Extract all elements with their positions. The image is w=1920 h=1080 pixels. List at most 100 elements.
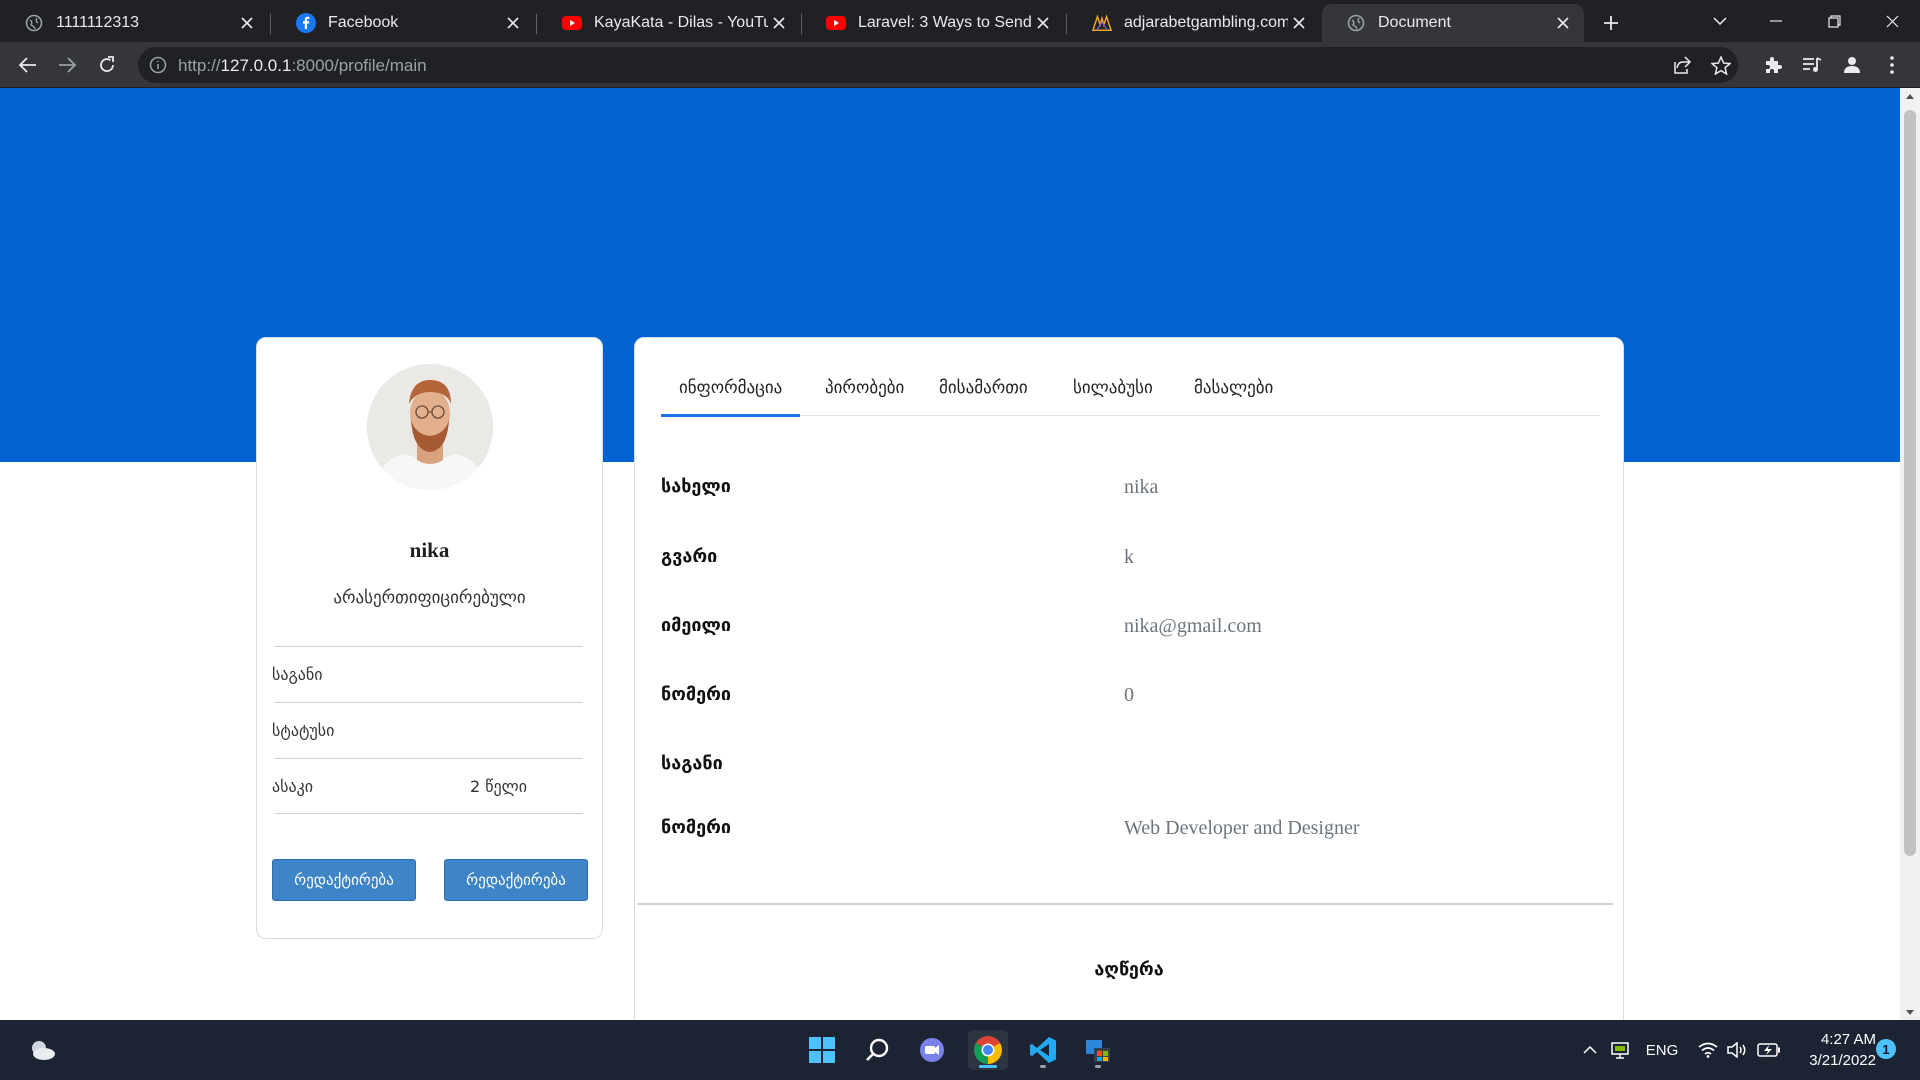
tab-information[interactable]: ინფორმაცია [661,368,801,417]
notification-badge[interactable]: 1 [1876,1039,1896,1059]
scroll-down-arrow-icon[interactable] [1900,1004,1920,1020]
browser-tab[interactable]: Laravel: 3 Ways to Send a W [802,4,1064,42]
browser-tab[interactable]: Facebook [272,4,534,42]
field-value: nika [1124,476,1159,498]
profile-row-subject: საგანი [272,646,583,702]
field-value: nika@gmail.com [1124,615,1262,637]
language-indicator[interactable]: ENG [1644,1038,1680,1062]
url-host: 127.0.0.1 [220,56,292,75]
field-label: იმეილი [661,615,731,636]
youtube-icon [562,13,582,33]
tab-separator [1066,14,1067,34]
browser-tab[interactable]: KayaKata - Dilas - YouTube [538,4,800,42]
more-menu-icon[interactable] [1876,49,1908,81]
back-arrow-icon[interactable] [12,49,44,81]
forward-arrow-icon[interactable] [51,49,83,81]
active-app-indicator [979,1065,997,1068]
tab-materials[interactable]: მასალები [1176,368,1291,416]
running-app-indicator [1040,1065,1046,1068]
close-tab-icon[interactable] [768,12,790,34]
browser-tab-active[interactable]: Document [1322,4,1584,42]
scroll-up-arrow-icon[interactable] [1900,88,1920,104]
browser-tab-title: adjarabetgambling.com / lo [1124,14,1288,31]
profile-certification-status: არასერთიფიცირებული [333,588,526,608]
field-row-last-name: გვარი k [661,546,1600,586]
volume-icon[interactable] [1726,1038,1750,1062]
field-label: საგანი [661,753,723,774]
field-value: k [1124,546,1134,568]
url-path: :8000/profile/main [291,56,427,75]
running-app-indicator [1095,1065,1101,1068]
chrome-icon[interactable] [968,1030,1008,1070]
close-tab-icon[interactable] [236,12,258,34]
new-tab-plus-icon[interactable] [1596,8,1626,38]
wifi-icon[interactable] [1696,1038,1720,1062]
info-card: ინფორმაცია პირობები მისამართი სილაბუსი მ… [634,337,1624,1020]
edit-button-secondary[interactable]: რედაქტირება [444,859,588,901]
page-viewport: nika არასერთიფიცირებული საგანი სტატუსი ა… [0,88,1900,1020]
profile-row-value: 2 წელი [470,777,527,796]
media-control-icon[interactable] [1796,49,1828,81]
network-device-icon[interactable] [1608,1038,1632,1062]
minimize-icon[interactable] [1748,0,1804,42]
site-info-icon[interactable] [148,55,168,75]
edit-button[interactable]: რედაქტირება [272,859,416,901]
address-bar[interactable]: http://127.0.0.1:8000/profile/main [138,47,1738,83]
facebook-icon [296,13,316,33]
store-icon[interactable] [1078,1030,1118,1070]
tab-separator [536,14,537,34]
battery-charging-icon[interactable] [1756,1038,1782,1062]
field-label: გვარი [661,546,718,567]
close-tab-icon[interactable] [1552,12,1574,34]
profile-avatar-icon[interactable] [1836,49,1868,81]
taskbar-clock[interactable]: 4:27 AM 3/21/2022 [1790,1029,1876,1071]
browser-tab-title: Document [1378,14,1451,31]
show-hidden-icons-chevron-icon[interactable] [1580,1038,1600,1062]
profile-row-status: სტატუსი [272,702,583,758]
browser-tab[interactable]: 1111112313 [0,4,268,42]
windows-start-icon[interactable] [802,1030,842,1070]
field-row-email: იმეილი nika@gmail.com [661,615,1600,655]
close-tab-icon[interactable] [502,12,524,34]
browser-tab-title: Facebook [328,14,399,31]
windows-taskbar: ENG 4:27 AM 3/21/2022 1 [0,1020,1920,1080]
reload-icon[interactable] [91,49,123,81]
tab-address[interactable]: მისამართი [921,368,1046,416]
tab-syllabus[interactable]: სილაბუსი [1055,368,1171,416]
url-text[interactable]: http://127.0.0.1:8000/profile/main [178,56,427,76]
browser-tab-title: Laravel: 3 Ways to Send a W [858,14,1032,31]
tab-search-chevron-icon[interactable] [1692,0,1748,42]
browser-tab[interactable]: adjarabetgambling.com / lo [1068,4,1320,42]
clock-date: 3/21/2022 [1809,1052,1876,1069]
adjarabet-icon [1092,13,1112,33]
info-tabs: ინფორმაცია პირობები მისამართი სილაბუსი მ… [661,368,1600,417]
profile-row-label: საგანი [272,665,323,684]
field-label: ნომერი [661,684,732,705]
field-label: ნომერი [661,817,732,838]
weather-widget-icon[interactable] [22,1030,62,1070]
share-icon[interactable] [1670,53,1694,77]
profile-details-list: საგანი სტატუსი ასაკი 2 წელი [272,646,583,814]
profile-card: nika არასერთიფიცირებული საგანი სტატუსი ა… [256,337,603,939]
bookmark-star-icon[interactable] [1709,53,1733,77]
teams-chat-icon[interactable] [912,1030,952,1070]
extensions-puzzle-icon[interactable] [1757,49,1789,81]
field-row-first-name: სახელი nika [661,476,1600,516]
profile-row-label: სტატუსი [272,721,335,740]
scrollbar-thumb[interactable] [1904,110,1916,856]
globe-icon [1346,13,1366,33]
clock-time: 4:27 AM [1820,1031,1876,1048]
close-window-icon[interactable] [1864,0,1920,42]
page-scrollbar[interactable] [1900,88,1920,1020]
search-icon[interactable] [858,1030,898,1070]
youtube-icon [826,13,846,33]
close-tab-icon[interactable] [1288,12,1310,34]
field-value: Web Developer and Designer [1124,817,1360,839]
field-label: სახელი [661,476,731,497]
close-tab-icon[interactable] [1032,12,1054,34]
field-row-number: ნომერი 0 [661,684,1600,724]
restore-icon[interactable] [1806,0,1862,42]
description-heading: აღწერა [1094,959,1164,980]
vscode-icon[interactable] [1023,1030,1063,1070]
tab-conditions[interactable]: პირობები [807,368,922,416]
